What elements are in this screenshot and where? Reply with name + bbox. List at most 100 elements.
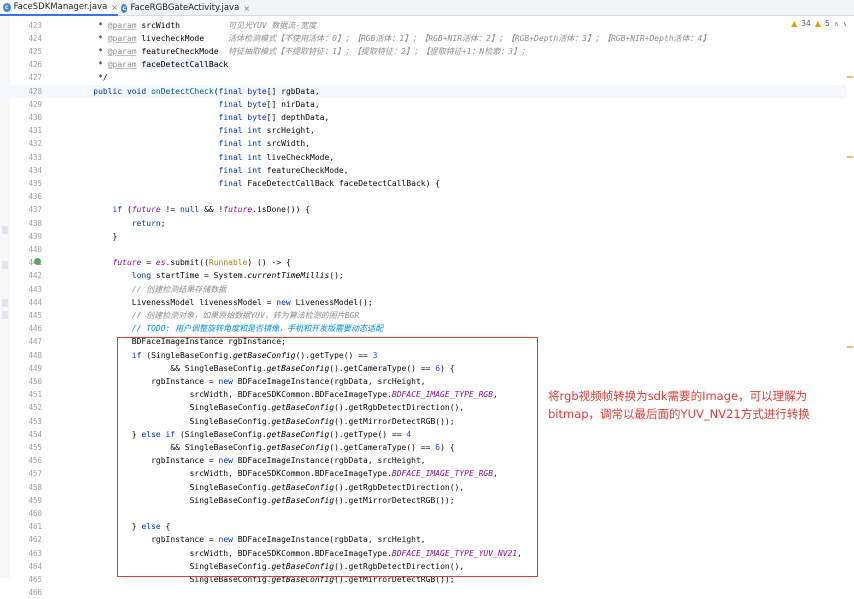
- code-line[interactable]: 442 long startTime = System.currentTimeM…: [0, 269, 854, 282]
- code-line[interactable]: 463 srcWidth, BDFaceSDKCommon.BDFaceImag…: [0, 547, 854, 560]
- code-line[interactable]: 433 final int liveCheckMode,: [0, 151, 854, 164]
- code-text[interactable]: BDFaceImageInstance rgbInstance;: [74, 335, 286, 348]
- line-number[interactable]: 444: [10, 296, 42, 309]
- code-text[interactable]: srcWidth, BDFaceSDKCommon.BDFaceImageTyp…: [74, 547, 522, 560]
- code-line[interactable]: 447 BDFaceImageInstance rgbInstance;: [0, 335, 854, 348]
- line-number[interactable]: 454: [10, 428, 42, 441]
- line-number[interactable]: 424: [10, 32, 42, 45]
- code-line[interactable]: 444 LivenessModel livenessModel = new Li…: [0, 296, 854, 309]
- code-line[interactable]: 449 && SingleBaseConfig.getBaseConfig().…: [0, 362, 854, 375]
- code-line[interactable]: 424 * @param livecheckMode 活体检测模式【不使用活体：…: [0, 32, 854, 45]
- code-line[interactable]: 437 if (future != null && !future.isDone…: [0, 203, 854, 216]
- code-text[interactable]: final byte[] nirData,: [74, 98, 320, 111]
- line-number[interactable]: 423: [10, 19, 42, 32]
- line-number[interactable]: 425: [10, 45, 42, 58]
- code-line[interactable]: 455 && SingleBaseConfig.getBaseConfig().…: [0, 441, 854, 454]
- line-number[interactable]: 432: [10, 137, 42, 150]
- line-number[interactable]: 465: [10, 573, 42, 586]
- line-number[interactable]: 460: [10, 507, 42, 520]
- line-number[interactable]: 445: [10, 309, 42, 322]
- line-number[interactable]: 428: [10, 85, 42, 98]
- line-number[interactable]: 450: [10, 375, 42, 388]
- line-number[interactable]: 447: [10, 335, 42, 348]
- code-line[interactable]: 466: [0, 586, 854, 599]
- line-number[interactable]: 433: [10, 151, 42, 164]
- code-text[interactable]: SingleBaseConfig.getBaseConfig().getRgbD…: [74, 481, 465, 494]
- code-line[interactable]: 425 * @param featureCheckMode 特征抽取模式【不提取…: [0, 45, 854, 58]
- line-number[interactable]: 435: [10, 177, 42, 190]
- line-number[interactable]: 458: [10, 481, 42, 494]
- line-number[interactable]: 430: [10, 111, 42, 124]
- line-number[interactable]: 446: [10, 322, 42, 335]
- code-text[interactable]: srcWidth, BDFaceSDKCommon.BDFaceImageTyp…: [74, 388, 498, 401]
- code-text[interactable]: srcWidth, BDFaceSDKCommon.BDFaceImageTyp…: [74, 467, 498, 480]
- code-text[interactable]: SingleBaseConfig.getBaseConfig().getRgbD…: [74, 401, 465, 414]
- code-text[interactable]: rgbInstance = new BDFaceImageInstance(rg…: [74, 375, 426, 388]
- close-tab-icon[interactable]: ×: [243, 4, 250, 13]
- code-line[interactable]: 427 */: [0, 71, 854, 84]
- code-line[interactable]: 445 // 创建检测对象，如果原始数据YUV，转为算法检测的图片BGR: [0, 309, 854, 322]
- line-number[interactable]: 439: [10, 230, 42, 243]
- line-number[interactable]: 429: [10, 98, 42, 111]
- line-number[interactable]: 464: [10, 560, 42, 573]
- code-text[interactable]: }: [74, 230, 118, 243]
- line-number[interactable]: 443: [10, 283, 42, 296]
- line-number[interactable]: 461: [10, 520, 42, 533]
- error-stripe-mark[interactable]: [847, 156, 853, 158]
- code-text[interactable]: final FaceDetectCallBack faceDetectCallB…: [74, 177, 441, 190]
- code-text[interactable]: */: [74, 71, 108, 84]
- line-number[interactable]: 449: [10, 362, 42, 375]
- code-text[interactable]: * @param srcWidth 可见光YUV 数据流-宽度: [74, 19, 316, 32]
- code-line[interactable]: 438 return;: [0, 217, 854, 230]
- tab-facergbgateactivity[interactable]: c FaceRGBGateActivity.java ×: [118, 0, 250, 16]
- code-text[interactable]: public void onDetectCheck(final byte[] r…: [74, 85, 319, 98]
- code-line[interactable]: 465 SingleBaseConfig.getBaseConfig().get…: [0, 573, 854, 586]
- line-number[interactable]: 427: [10, 71, 42, 84]
- code-line[interactable]: 460: [0, 507, 854, 520]
- code-text[interactable]: future = es.submit((Runnable) () -> {: [74, 256, 291, 269]
- code-text[interactable]: final int srcWidth,: [74, 137, 311, 150]
- line-number[interactable]: 462: [10, 533, 42, 546]
- code-line[interactable]: 441 future = es.submit((Runnable) () -> …: [0, 256, 854, 269]
- code-text[interactable]: // 创建检测结果存储数据: [74, 283, 226, 296]
- code-line[interactable]: 423 * @param srcWidth 可见光YUV 数据流-宽度: [0, 19, 854, 32]
- code-text[interactable]: && SingleBaseConfig.getBaseConfig().getC…: [74, 441, 454, 454]
- code-text[interactable]: } else {: [74, 520, 171, 533]
- code-line[interactable]: 448 if (SingleBaseConfig.getBaseConfig()…: [0, 349, 854, 362]
- code-text[interactable]: if (future != null && !future.isDone()) …: [74, 203, 311, 216]
- code-line[interactable]: 458 SingleBaseConfig.getBaseConfig().get…: [0, 481, 854, 494]
- code-text[interactable]: final int srcHeight,: [74, 124, 315, 137]
- code-line[interactable]: 431 final int srcHeight,: [0, 124, 854, 137]
- code-text[interactable]: final byte[] depthData,: [74, 111, 330, 124]
- code-text[interactable]: // 创建检测对象，如果原始数据YUV，转为算法检测的图片BGR: [74, 309, 359, 322]
- code-text[interactable]: * @param livecheckMode 活体检测模式【不使用活体：0】；【…: [74, 32, 710, 45]
- code-text[interactable]: * @param featureCheckMode 特征抽取模式【不提取特征：1…: [74, 45, 529, 58]
- error-stripe-mark[interactable]: [847, 346, 853, 348]
- code-text[interactable]: SingleBaseConfig.getBaseConfig().getMirr…: [74, 494, 455, 507]
- tab-facesdkmanager[interactable]: c FaceSDKManager.java ×: [0, 0, 118, 16]
- code-line[interactable]: 443 // 创建检测结果存储数据: [0, 283, 854, 296]
- code-line[interactable]: 446 // TODO: 用户调整旋转角度和是否镜像，手机和开发版需要动态适配: [0, 322, 854, 335]
- code-text[interactable]: SingleBaseConfig.getBaseConfig().getRgbD…: [74, 560, 465, 573]
- code-text[interactable]: && SingleBaseConfig.getBaseConfig().getC…: [74, 362, 454, 375]
- code-line[interactable]: 426 * @param faceDetectCallBack: [0, 58, 854, 71]
- line-number[interactable]: 431: [10, 124, 42, 137]
- code-text[interactable]: } else if (SingleBaseConfig.getBaseConfi…: [74, 428, 411, 441]
- line-number[interactable]: 455: [10, 441, 42, 454]
- line-number[interactable]: 456: [10, 454, 42, 467]
- code-line[interactable]: 434 final int featureCheckMode,: [0, 164, 854, 177]
- line-number[interactable]: 442: [10, 269, 42, 282]
- code-line[interactable]: 429 final byte[] nirData,: [0, 98, 854, 111]
- line-number[interactable]: 451: [10, 388, 42, 401]
- line-number[interactable]: 463: [10, 547, 42, 560]
- line-number[interactable]: 440: [10, 243, 42, 256]
- code-line[interactable]: 436: [0, 190, 854, 203]
- code-line[interactable]: 435 final FaceDetectCallBack faceDetectC…: [0, 177, 854, 190]
- line-number[interactable]: 453: [10, 415, 42, 428]
- code-line[interactable]: 457 srcWidth, BDFaceSDKCommon.BDFaceImag…: [0, 467, 854, 480]
- code-line[interactable]: 439 }: [0, 230, 854, 243]
- line-number[interactable]: 457: [10, 467, 42, 480]
- code-text[interactable]: rgbInstance = new BDFaceImageInstance(rg…: [74, 533, 426, 546]
- code-text[interactable]: long startTime = System.currentTimeMilli…: [74, 269, 344, 282]
- code-line[interactable]: 454 } else if (SingleBaseConfig.getBaseC…: [0, 428, 854, 441]
